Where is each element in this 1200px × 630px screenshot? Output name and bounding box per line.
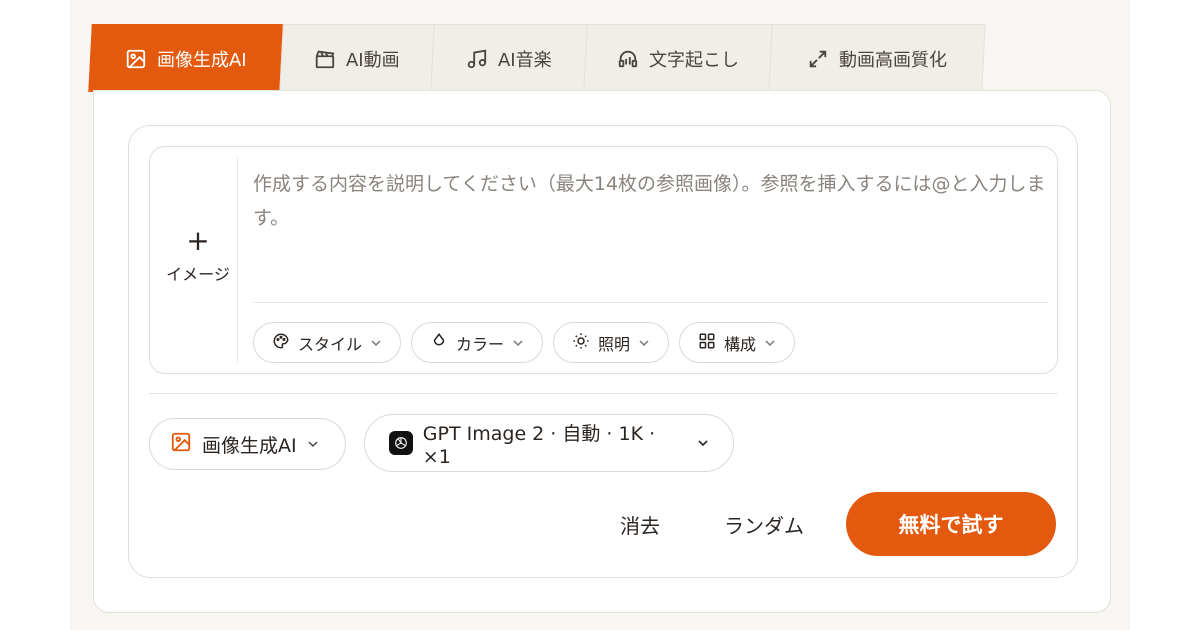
chevron-down-icon bbox=[307, 438, 319, 450]
tab-ai-video[interactable]: AI動画 bbox=[279, 24, 435, 92]
generator-panel: + イメージ 作成する内容を説明してください（最大14枚の参照画像）。参照を挿入… bbox=[128, 125, 1078, 578]
chip-label: 照明 bbox=[598, 334, 631, 354]
droplet-icon bbox=[430, 332, 448, 354]
chip-color[interactable]: カラー bbox=[411, 322, 544, 363]
tab-label: 画像生成AI bbox=[157, 49, 247, 71]
tab-transcription[interactable]: 文字起こし bbox=[583, 24, 773, 92]
mode-label: 画像生成AI bbox=[202, 434, 297, 457]
chevron-down-icon bbox=[697, 437, 709, 449]
action-bar: 消去 ランダム 無料で試す bbox=[620, 492, 1056, 556]
model-selector[interactable]: GPT Image 2 · 自動 · 1K · ×1 bbox=[364, 414, 734, 472]
chip-lighting[interactable]: 照明 bbox=[553, 322, 670, 363]
music-note-icon bbox=[466, 48, 488, 70]
grid-icon bbox=[698, 332, 716, 354]
chip-label: スタイル bbox=[298, 334, 363, 354]
image-icon bbox=[125, 48, 147, 70]
tab-video-upscale[interactable]: 動画高画質化 bbox=[768, 24, 986, 92]
chip-label: 構成 bbox=[724, 334, 757, 354]
clapperboard-icon bbox=[314, 48, 336, 70]
tab-label: AI動画 bbox=[346, 49, 400, 71]
prompt-input[interactable]: 作成する内容を説明してください（最大14枚の参照画像）。参照を挿入するには@と入… bbox=[253, 167, 1053, 235]
style-chips: スタイル カラー 照明 構成 bbox=[253, 322, 796, 363]
chip-label: カラー bbox=[456, 334, 505, 354]
section-divider bbox=[149, 393, 1058, 394]
add-image-button[interactable]: + イメージ bbox=[158, 227, 238, 289]
vertical-divider bbox=[237, 157, 238, 363]
sun-icon bbox=[572, 332, 590, 354]
chip-style[interactable]: スタイル bbox=[253, 322, 402, 363]
expand-icon bbox=[807, 48, 829, 70]
plus-icon: + bbox=[186, 224, 210, 257]
prompt-divider bbox=[253, 302, 1048, 303]
random-button[interactable]: ランダム bbox=[724, 510, 804, 539]
chevron-down-icon bbox=[638, 337, 650, 349]
image-icon bbox=[170, 431, 192, 458]
clear-button[interactable]: 消去 bbox=[620, 510, 660, 539]
tab-label: AI音楽 bbox=[498, 49, 552, 71]
openai-logo-icon bbox=[389, 431, 413, 455]
try-free-button[interactable]: 無料で試す bbox=[846, 492, 1056, 556]
mode-tabs: 画像生成AI AI動画 AI音楽 文字起こし 動画高画質化 bbox=[90, 24, 983, 92]
generator-card: + イメージ 作成する内容を説明してください（最大14枚の参照画像）。参照を挿入… bbox=[93, 90, 1111, 613]
prompt-box: + イメージ 作成する内容を説明してください（最大14枚の参照画像）。参照を挿入… bbox=[149, 146, 1058, 374]
tab-image-ai[interactable]: 画像生成AI bbox=[88, 24, 284, 92]
add-image-label: イメージ bbox=[166, 265, 230, 284]
chip-composition[interactable]: 構成 bbox=[679, 322, 796, 363]
tab-label: 文字起こし bbox=[648, 49, 739, 71]
model-label: GPT Image 2 · 自動 · 1K · ×1 bbox=[422, 422, 656, 468]
audio-lines-icon bbox=[617, 48, 639, 70]
chevron-down-icon bbox=[512, 337, 524, 349]
tab-ai-music[interactable]: AI音楽 bbox=[430, 24, 588, 92]
mode-selector[interactable]: 画像生成AI bbox=[149, 418, 346, 470]
palette-icon bbox=[272, 332, 290, 354]
chevron-down-icon bbox=[764, 337, 776, 349]
chevron-down-icon bbox=[370, 337, 382, 349]
tab-label: 動画高画質化 bbox=[838, 49, 947, 71]
